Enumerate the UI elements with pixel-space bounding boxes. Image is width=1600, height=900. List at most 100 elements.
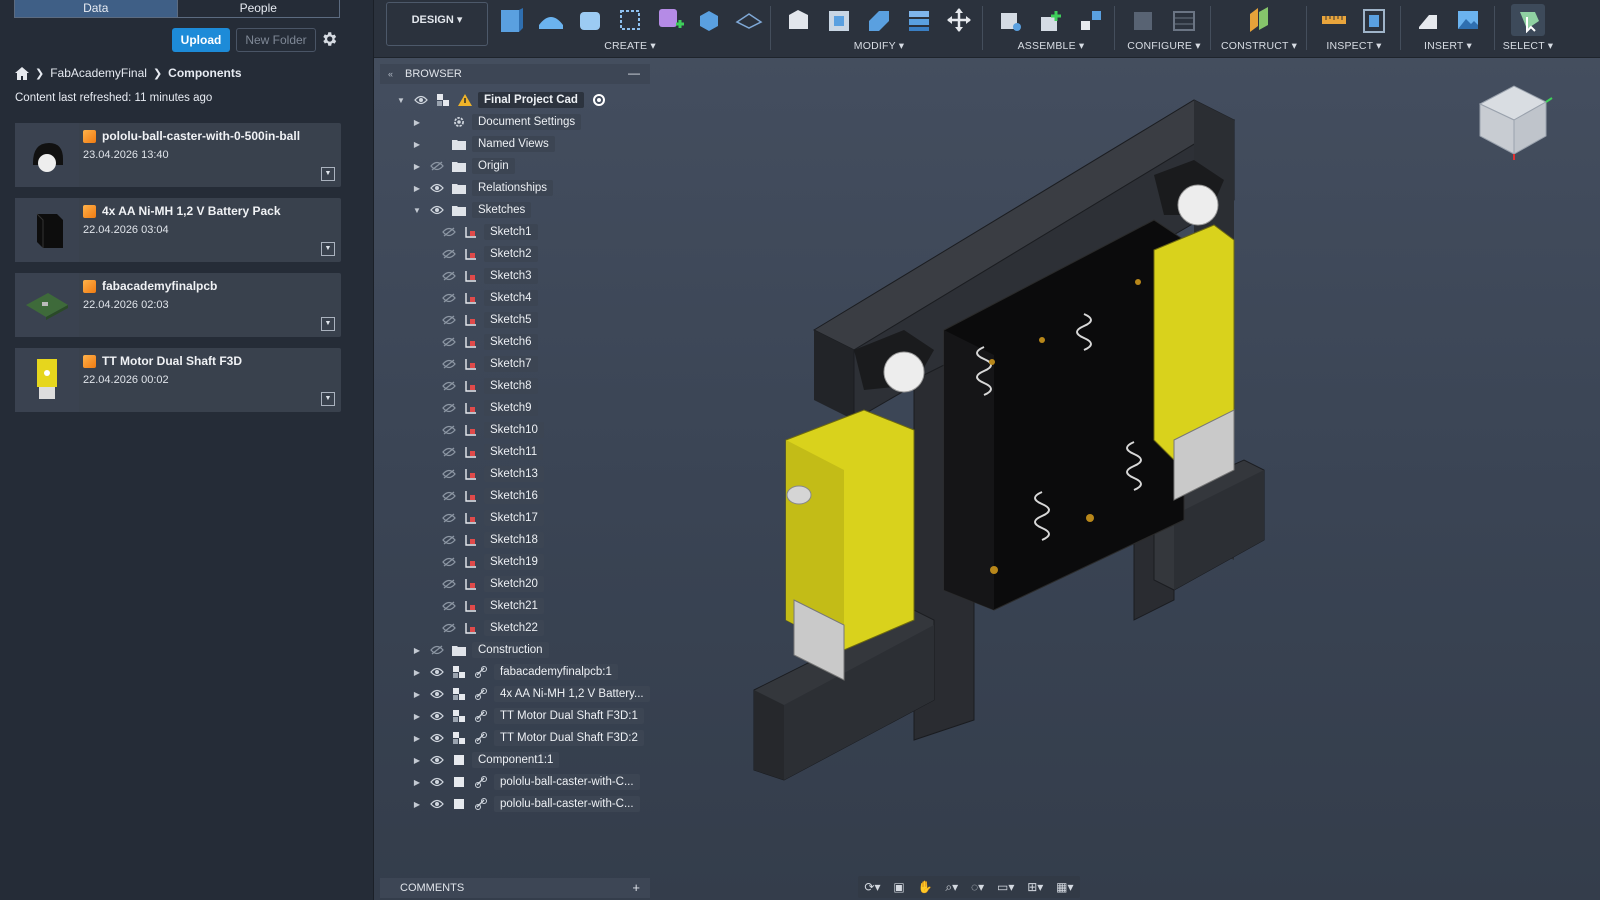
eye-icon[interactable] [412, 92, 430, 108]
combine-icon[interactable] [902, 4, 936, 36]
modify-menu[interactable]: MODIFY ▾ [774, 40, 984, 52]
eye-hidden-icon[interactable] [440, 312, 458, 328]
upload-button[interactable]: Upload [172, 28, 230, 52]
tree-item[interactable]: Sketch4 [440, 289, 538, 307]
tree-item[interactable]: Sketch22 [440, 619, 544, 637]
configuration-table-icon[interactable] [1167, 4, 1201, 36]
eye-icon[interactable] [428, 686, 446, 702]
tree-item[interactable]: Sketch2 [440, 245, 538, 263]
look-at-icon[interactable]: ▣ [893, 880, 904, 894]
item-title[interactable]: pololu-ball-caster-with-0-500in-ball [102, 129, 300, 143]
tree-item[interactable]: Sketch9 [440, 399, 538, 417]
eye-hidden-icon[interactable] [440, 532, 458, 548]
breadcrumb-project[interactable]: FabAcademyFinal [50, 66, 147, 80]
collapse-panel-icon[interactable]: « [388, 69, 393, 79]
tree-item[interactable]: ▶ fabacademyfinalpcb:1 [412, 663, 618, 681]
tree-item[interactable]: Sketch6 [440, 333, 538, 351]
tree-item[interactable]: ▶ TT Motor Dual Shaft F3D:1 [412, 707, 644, 725]
tree-root[interactable]: ▼ Final Project Cad [396, 91, 612, 109]
press-pull-icon[interactable] [782, 4, 816, 36]
section-analysis-icon[interactable] [1357, 4, 1391, 36]
minimize-icon[interactable]: — [628, 66, 640, 80]
tree-item[interactable]: ▶ Named Views [412, 135, 555, 153]
display-settings-icon[interactable]: ▭▾ [997, 880, 1014, 894]
extrude-icon[interactable] [534, 4, 568, 36]
eye-hidden-icon[interactable] [440, 620, 458, 636]
eye-hidden-icon[interactable] [440, 356, 458, 372]
item-menu-chevron-down-icon[interactable]: ▼ [321, 392, 335, 406]
select-icon[interactable] [1511, 4, 1545, 36]
eye-hidden-icon[interactable] [440, 378, 458, 394]
item-menu-chevron-down-icon[interactable]: ▼ [321, 242, 335, 256]
tree-item[interactable]: Sketch1 [440, 223, 538, 241]
tree-item[interactable]: Sketch5 [440, 311, 538, 329]
eye-icon[interactable] [428, 796, 446, 812]
box-icon[interactable] [693, 4, 727, 36]
configure-icon[interactable] [1127, 4, 1161, 36]
as-built-joint-icon[interactable] [1074, 4, 1108, 36]
tree-item[interactable]: ▶ pololu-ball-caster-with-C... [412, 795, 640, 813]
activate-radio-icon[interactable] [590, 92, 608, 108]
new-component-icon[interactable] [994, 4, 1028, 36]
expand-chevron-icon[interactable]: ▶ [412, 162, 422, 171]
expand-chevron-icon[interactable]: ▶ [412, 756, 422, 765]
data-item[interactable]: TT Motor Dual Shaft F3D 22.04.2026 00:02… [15, 348, 341, 412]
item-menu-chevron-down-icon[interactable]: ▼ [321, 317, 335, 331]
eye-hidden-icon[interactable] [440, 576, 458, 592]
expand-chevron-icon[interactable]: ▶ [412, 778, 422, 787]
eye-icon[interactable] [428, 202, 446, 218]
data-item[interactable]: fabacademyfinalpcb 22.04.2026 02:03 ▼ [15, 273, 341, 337]
shell-icon[interactable] [862, 4, 896, 36]
offset-plane-icon[interactable] [1242, 4, 1276, 36]
orbit-icon[interactable]: ⟳▾ [864, 880, 880, 894]
breadcrumb-folder[interactable]: Components [168, 66, 241, 80]
eye-hidden-icon[interactable] [440, 554, 458, 570]
eye-hidden-icon[interactable] [440, 466, 458, 482]
construct-menu[interactable]: CONSTRUCT ▾ [1212, 40, 1306, 52]
revolve-icon[interactable] [573, 4, 607, 36]
tree-item[interactable]: ▶ pololu-ball-caster-with-C... [412, 773, 640, 791]
expand-chevron-icon[interactable]: ▶ [412, 734, 422, 743]
expand-chevron-icon[interactable]: ▶ [412, 118, 422, 127]
zoom-icon[interactable]: ⌕▾ [945, 880, 958, 895]
eye-icon[interactable] [428, 752, 446, 768]
eye-hidden-icon[interactable] [428, 158, 446, 174]
measure-icon[interactable] [1317, 4, 1351, 36]
tree-item[interactable]: Sketch10 [440, 421, 544, 439]
expand-chevron-icon[interactable]: ▶ [412, 184, 422, 193]
eye-icon[interactable] [428, 774, 446, 790]
view-cube[interactable] [1474, 80, 1554, 160]
joint-icon[interactable] [1034, 4, 1068, 36]
settings-button[interactable] [320, 30, 340, 50]
inspect-menu[interactable]: INSPECT ▾ [1308, 40, 1400, 52]
eye-hidden-icon[interactable] [440, 510, 458, 526]
eye-hidden-icon[interactable] [440, 598, 458, 614]
data-item[interactable]: pololu-ball-caster-with-0-500in-ball 23.… [15, 123, 341, 187]
tree-item[interactable]: Sketch19 [440, 553, 544, 571]
assemble-menu[interactable]: ASSEMBLE ▾ [986, 40, 1116, 52]
expand-chevron-icon[interactable]: ▶ [412, 712, 422, 721]
new-sketch-icon[interactable] [494, 4, 528, 36]
expand-chevron-icon[interactable]: ▼ [396, 96, 406, 105]
eye-hidden-icon[interactable] [440, 290, 458, 306]
pan-icon[interactable]: ✋ [918, 880, 933, 894]
select-menu[interactable]: SELECT ▾ [1478, 40, 1578, 52]
tree-item[interactable]: ▶ Document Settings [412, 113, 582, 131]
eye-hidden-icon[interactable] [440, 334, 458, 350]
pattern-icon[interactable] [732, 4, 766, 36]
tree-item[interactable]: Sketch7 [440, 355, 538, 373]
create-form-icon[interactable] [653, 4, 687, 36]
eye-hidden-icon[interactable] [440, 268, 458, 284]
tree-item[interactable]: ▼ Sketches [412, 201, 532, 219]
expand-chevron-icon[interactable]: ▶ [412, 140, 422, 149]
expand-chevron-icon[interactable]: ▼ [412, 206, 422, 215]
tree-item[interactable]: Sketch8 [440, 377, 538, 395]
tree-item[interactable]: Sketch11 [440, 443, 544, 461]
eye-icon[interactable] [428, 708, 446, 724]
tree-item[interactable]: ▶ TT Motor Dual Shaft F3D:2 [412, 729, 644, 747]
fit-icon[interactable]: ◌▾ [971, 880, 984, 894]
sweep-icon[interactable] [613, 4, 647, 36]
eye-hidden-icon[interactable] [440, 422, 458, 438]
tree-item[interactable]: Sketch16 [440, 487, 544, 505]
tree-item[interactable]: ▶ Construction [412, 641, 549, 659]
